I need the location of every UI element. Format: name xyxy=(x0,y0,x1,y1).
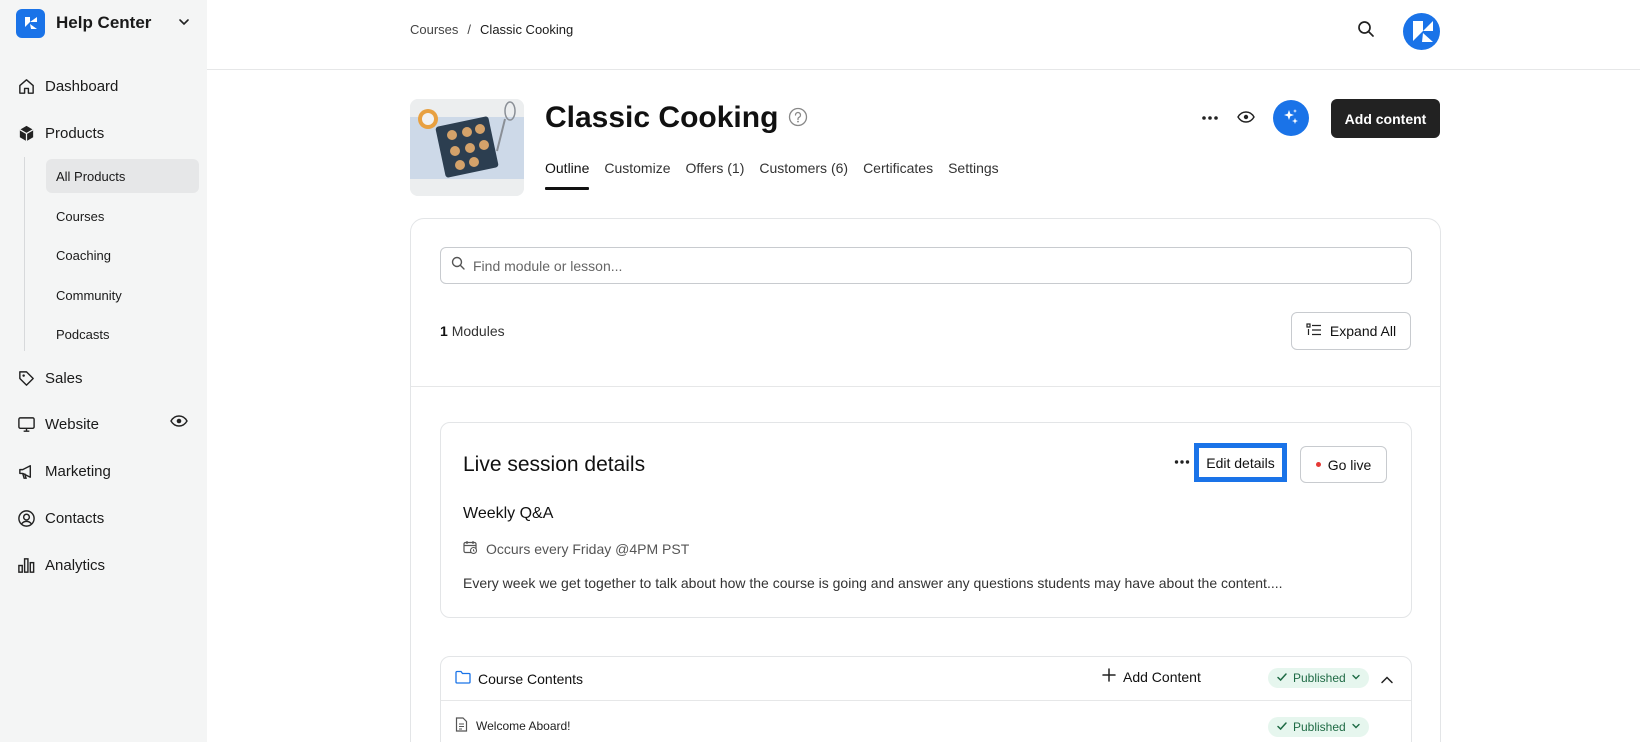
preview-eye-icon[interactable] xyxy=(1237,110,1255,129)
lesson-title: Welcome Aboard! xyxy=(476,719,571,733)
product-thumbnail xyxy=(410,99,524,196)
home-icon xyxy=(16,76,36,96)
session-name: Weekly Q&A xyxy=(463,505,554,522)
sidebar: Help Center Dashboard Products All Produ… xyxy=(0,0,207,742)
brand-switcher[interactable]: Help Center xyxy=(16,8,191,38)
tab-customers[interactable]: Customers (6) xyxy=(759,160,848,190)
tab-outline[interactable]: Outline xyxy=(545,160,590,190)
search-icon[interactable] xyxy=(1357,20,1375,43)
expand-all-label: Expand All xyxy=(1329,323,1397,339)
chevron-down-icon[interactable] xyxy=(177,15,191,34)
status-badge[interactable]: Published xyxy=(1268,717,1369,737)
status-badge-label: Published xyxy=(1293,671,1346,685)
add-module-content-button[interactable]: Add Content xyxy=(1102,668,1201,685)
live-session-card: Live session details Edit details Go liv… xyxy=(440,422,1412,618)
monitor-icon xyxy=(16,414,36,434)
breadcrumb-separator: / xyxy=(467,22,472,37)
sidebar-item-label: Products xyxy=(45,124,105,142)
session-schedule: Occurs every Friday @4PM PST xyxy=(463,540,689,558)
sidebar-item-website[interactable]: Website xyxy=(16,412,99,436)
breadcrumb: Courses / Classic Cooking xyxy=(410,22,573,37)
tab-customize[interactable]: Customize xyxy=(604,160,670,190)
modules-count: 1 Modules xyxy=(440,323,505,339)
ai-assist-button[interactable] xyxy=(1273,100,1309,136)
list-expand-icon xyxy=(1306,322,1322,340)
sidebar-subitem-coaching[interactable]: Coaching xyxy=(46,238,199,272)
module-search-input[interactable] xyxy=(473,257,1373,274)
breadcrumb-courses-link[interactable]: Courses xyxy=(410,22,458,37)
module-header: Course Contents Add Content Published xyxy=(441,657,1411,701)
sidebar-item-dashboard[interactable]: Dashboard xyxy=(16,74,118,98)
eye-icon[interactable] xyxy=(170,414,188,433)
product-tabs: Outline Customize Offers (1) Customers (… xyxy=(545,160,999,190)
cube-icon xyxy=(16,123,36,143)
sidebar-item-sales[interactable]: Sales xyxy=(16,366,83,390)
tag-icon xyxy=(16,368,36,388)
search-icon xyxy=(451,256,465,275)
top-bar: Courses / Classic Cooking xyxy=(207,0,1640,70)
more-options-icon[interactable] xyxy=(1200,108,1220,133)
plus-icon xyxy=(1102,668,1116,685)
sidebar-item-label: Website xyxy=(45,415,99,433)
user-circle-icon xyxy=(16,508,36,528)
divider xyxy=(411,386,1440,387)
tab-offers[interactable]: Offers (1) xyxy=(686,160,745,190)
megaphone-icon xyxy=(16,461,36,481)
avatar[interactable] xyxy=(1403,13,1440,50)
chevron-down-icon xyxy=(1351,720,1361,734)
sidebar-item-products[interactable]: Products xyxy=(16,121,104,145)
status-badge-label: Published xyxy=(1293,720,1346,734)
lesson-row[interactable]: Welcome Aboard! xyxy=(455,717,571,735)
sidebar-item-marketing[interactable]: Marketing xyxy=(16,459,111,483)
session-schedule-text: Occurs every Friday @4PM PST xyxy=(486,541,690,557)
page-title-text: Classic Cooking xyxy=(545,101,779,134)
add-content-label: Add Content xyxy=(1123,668,1201,685)
check-icon xyxy=(1276,720,1288,735)
live-dot-icon xyxy=(1315,462,1321,467)
folder-icon xyxy=(455,670,471,687)
status-badge[interactable]: Published xyxy=(1268,668,1369,688)
help-icon[interactable] xyxy=(788,101,808,135)
breadcrumb-current: Classic Cooking xyxy=(480,22,574,37)
sidebar-item-label: Contacts xyxy=(45,509,105,527)
tab-certificates[interactable]: Certificates xyxy=(863,160,933,190)
sidebar-item-label: Analytics xyxy=(45,556,106,574)
sidebar-item-analytics[interactable]: Analytics xyxy=(16,553,105,577)
outline-panel: 1 Modules Expand All Live session detail… xyxy=(410,218,1441,742)
sidebar-item-label: Sales xyxy=(45,369,83,387)
sidebar-subitem-podcasts[interactable]: Podcasts xyxy=(46,317,199,351)
sidebar-subitem-courses[interactable]: Courses xyxy=(46,199,199,233)
chevron-up-icon[interactable] xyxy=(1380,673,1394,692)
brand-title: Help Center xyxy=(56,13,152,32)
tab-settings[interactable]: Settings xyxy=(948,160,999,190)
modules-count-number: 1 xyxy=(440,323,448,339)
go-live-label: Go live xyxy=(1327,456,1372,473)
go-live-button[interactable]: Go live xyxy=(1300,446,1387,483)
session-description: Every week we get together to talk about… xyxy=(463,575,1283,591)
expand-all-button[interactable]: Expand All xyxy=(1291,312,1411,350)
check-icon xyxy=(1276,671,1288,686)
sparkle-icon xyxy=(1282,108,1300,129)
chevron-down-icon xyxy=(1351,671,1361,685)
module-title-text: Course Contents xyxy=(478,670,584,687)
calendar-clock-icon xyxy=(463,540,478,558)
sidebar-subitem-all-products[interactable]: All Products xyxy=(46,159,199,193)
sidebar-item-label: Dashboard xyxy=(45,77,119,95)
more-options-icon[interactable] xyxy=(1173,453,1191,476)
add-content-button[interactable]: Add content xyxy=(1331,99,1440,138)
edit-details-button[interactable]: Edit details xyxy=(1194,443,1287,482)
course-contents-module: Course Contents Add Content Published We… xyxy=(440,656,1412,742)
page-title: Classic Cooking xyxy=(545,101,808,135)
document-icon xyxy=(455,717,468,735)
brand-logo-icon xyxy=(16,8,45,38)
sidebar-subitem-community[interactable]: Community xyxy=(46,278,199,312)
sidebar-item-contacts[interactable]: Contacts xyxy=(16,506,104,530)
module-search[interactable] xyxy=(440,247,1412,284)
sidebar-item-label: Marketing xyxy=(45,462,111,480)
module-title[interactable]: Course Contents xyxy=(455,670,583,687)
bar-chart-icon xyxy=(16,555,36,575)
modules-count-label: Modules xyxy=(451,323,505,339)
subnav-line xyxy=(24,157,25,351)
live-session-title: Live session details xyxy=(463,453,646,476)
